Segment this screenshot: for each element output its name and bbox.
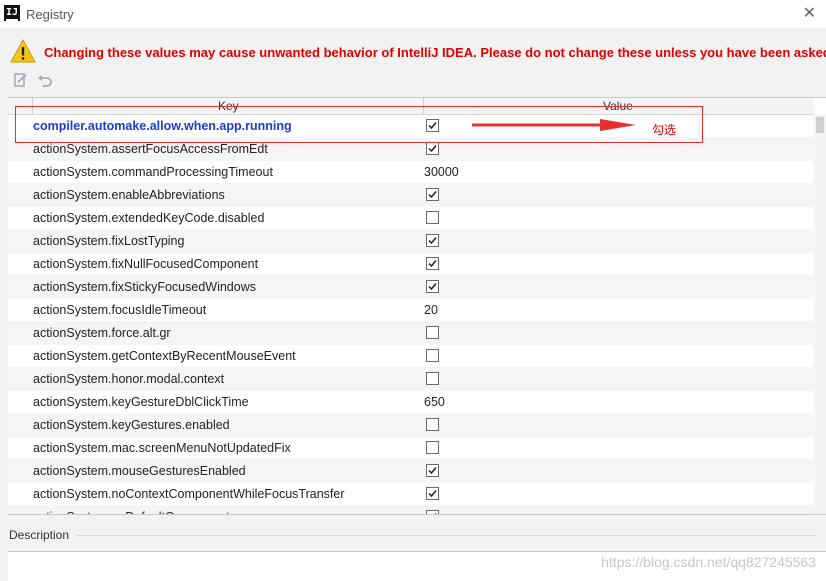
registry-key: actionSystem.noDefaultComponent — [33, 510, 230, 514]
checkmark-icon — [428, 237, 437, 245]
title-bar: IJ Registry ✕ — [0, 0, 826, 28]
table-row[interactable]: actionSystem.noDefaultComponent — [8, 506, 814, 514]
registry-value[interactable]: 30000 — [424, 165, 459, 179]
close-button[interactable]: ✕ — [803, 3, 816, 23]
registry-key: actionSystem.mouseGesturesEnabled — [33, 464, 246, 478]
registry-key: actionSystem.fixLostTyping — [33, 234, 185, 248]
registry-key: actionSystem.honor.modal.context — [33, 372, 225, 386]
registry-key: actionSystem.fixNullFocusedComponent — [33, 257, 259, 271]
checkbox-checked[interactable] — [426, 487, 439, 500]
vertical-scrollbar[interactable] — [814, 115, 826, 514]
registry-value[interactable]: 650 — [424, 395, 445, 409]
table-row[interactable]: actionSystem.keyGestures.enabled — [8, 414, 814, 437]
scrollbar-thumb[interactable] — [816, 117, 824, 133]
checkbox-checked[interactable] — [426, 234, 439, 247]
checkmark-icon — [434, 513, 437, 514]
checkbox-checked[interactable] — [426, 257, 439, 270]
edit-icon[interactable] — [12, 72, 30, 90]
checkbox-unchecked[interactable] — [426, 418, 439, 431]
app-icon-text: IJ — [5, 7, 19, 21]
checkmark-icon — [428, 145, 437, 153]
table-row[interactable]: actionSystem.getContextByRecentMouseEven… — [8, 345, 814, 368]
registry-key: actionSystem.enableAbbreviations — [33, 188, 225, 202]
checkmark-icon — [428, 191, 437, 199]
table-row[interactable]: actionSystem.fixStickyFocusedWindows — [8, 276, 814, 299]
checkmark-icon — [428, 260, 437, 268]
table-row[interactable]: actionSystem.fixLostTyping — [8, 230, 814, 253]
intellij-app-icon: IJ — [4, 5, 20, 21]
table-row[interactable]: actionSystem.force.alt.gr — [8, 322, 814, 345]
table-row[interactable]: actionSystem.noContextComponentWhileFocu… — [8, 483, 814, 506]
checkbox-checked[interactable] — [426, 280, 439, 293]
revert-icon[interactable] — [36, 72, 54, 90]
registry-key: actionSystem.keyGestureDblClickTime — [33, 395, 249, 409]
registry-key: actionSystem.extendedKeyCode.disabled — [33, 211, 265, 225]
registry-key: actionSystem.keyGestures.enabled — [33, 418, 230, 432]
annotation-arrow — [472, 119, 636, 131]
checkbox-checked[interactable] — [426, 142, 439, 155]
checkbox-unchecked[interactable] — [426, 211, 439, 224]
table-row[interactable]: actionSystem.honor.modal.context — [8, 368, 814, 391]
registry-key: actionSystem.force.alt.gr — [33, 326, 171, 340]
checkbox-unchecked[interactable] — [426, 441, 439, 454]
table-row[interactable]: actionSystem.extendedKeyCode.disabled — [8, 207, 814, 230]
registry-key: actionSystem.focusIdleTimeout — [33, 303, 207, 317]
checkbox-unchecked[interactable] — [426, 326, 439, 339]
annotation-label: 勾选 — [652, 123, 677, 137]
table-row[interactable]: actionSystem.enableAbbreviations — [8, 184, 814, 207]
description-label: Description — [9, 528, 70, 542]
checkbox-checked[interactable] — [426, 464, 439, 477]
table-row[interactable]: actionSystem.mac.screenMenuNotUpdatedFix — [8, 437, 814, 460]
registry-key: actionSystem.commandProcessingTimeout — [33, 165, 273, 179]
table-body: compiler.automake.allow.when.app.running… — [8, 115, 814, 514]
registry-key: actionSystem.assertFocusAccessFromEdt — [33, 142, 268, 156]
registry-key: actionSystem.getContextByRecentMouseEven… — [33, 349, 296, 363]
checkmark-icon — [428, 283, 437, 291]
watermark: https://blog.csdn.net/qq827245563 — [601, 554, 816, 570]
registry-value[interactable]: 20 — [424, 303, 438, 317]
table-row[interactable]: actionSystem.mouseGesturesEnabled — [8, 460, 814, 483]
registry-key: actionSystem.fixStickyFocusedWindows — [33, 280, 256, 294]
warning-triangle-icon — [10, 38, 36, 64]
table-row[interactable]: actionSystem.focusIdleTimeout 20 — [8, 299, 814, 322]
registry-table: Key Value compiler.automake.allow.when.a… — [8, 97, 826, 515]
registry-key: actionSystem.noContextComponentWhileFocu… — [33, 487, 345, 501]
table-row[interactable]: actionSystem.commandProcessingTimeout 300… — [8, 161, 814, 184]
checkbox-unchecked[interactable] — [426, 372, 439, 385]
registry-key: actionSystem.mac.screenMenuNotUpdatedFix — [33, 441, 291, 455]
description-divider — [76, 535, 816, 536]
checkbox-unchecked[interactable] — [426, 349, 439, 362]
table-row[interactable]: actionSystem.fixNullFocusedComponent — [8, 253, 814, 276]
checkbox-checked[interactable] — [426, 188, 439, 201]
checkmark-icon — [428, 467, 437, 475]
table-row[interactable]: actionSystem.keyGestureDblClickTime 650 — [8, 391, 814, 414]
window-title: Registry — [26, 7, 74, 22]
warning-message: Changing these values may cause unwanted… — [44, 45, 826, 60]
checkbox-checked[interactable] — [426, 510, 439, 514]
checkmark-icon — [428, 490, 437, 498]
